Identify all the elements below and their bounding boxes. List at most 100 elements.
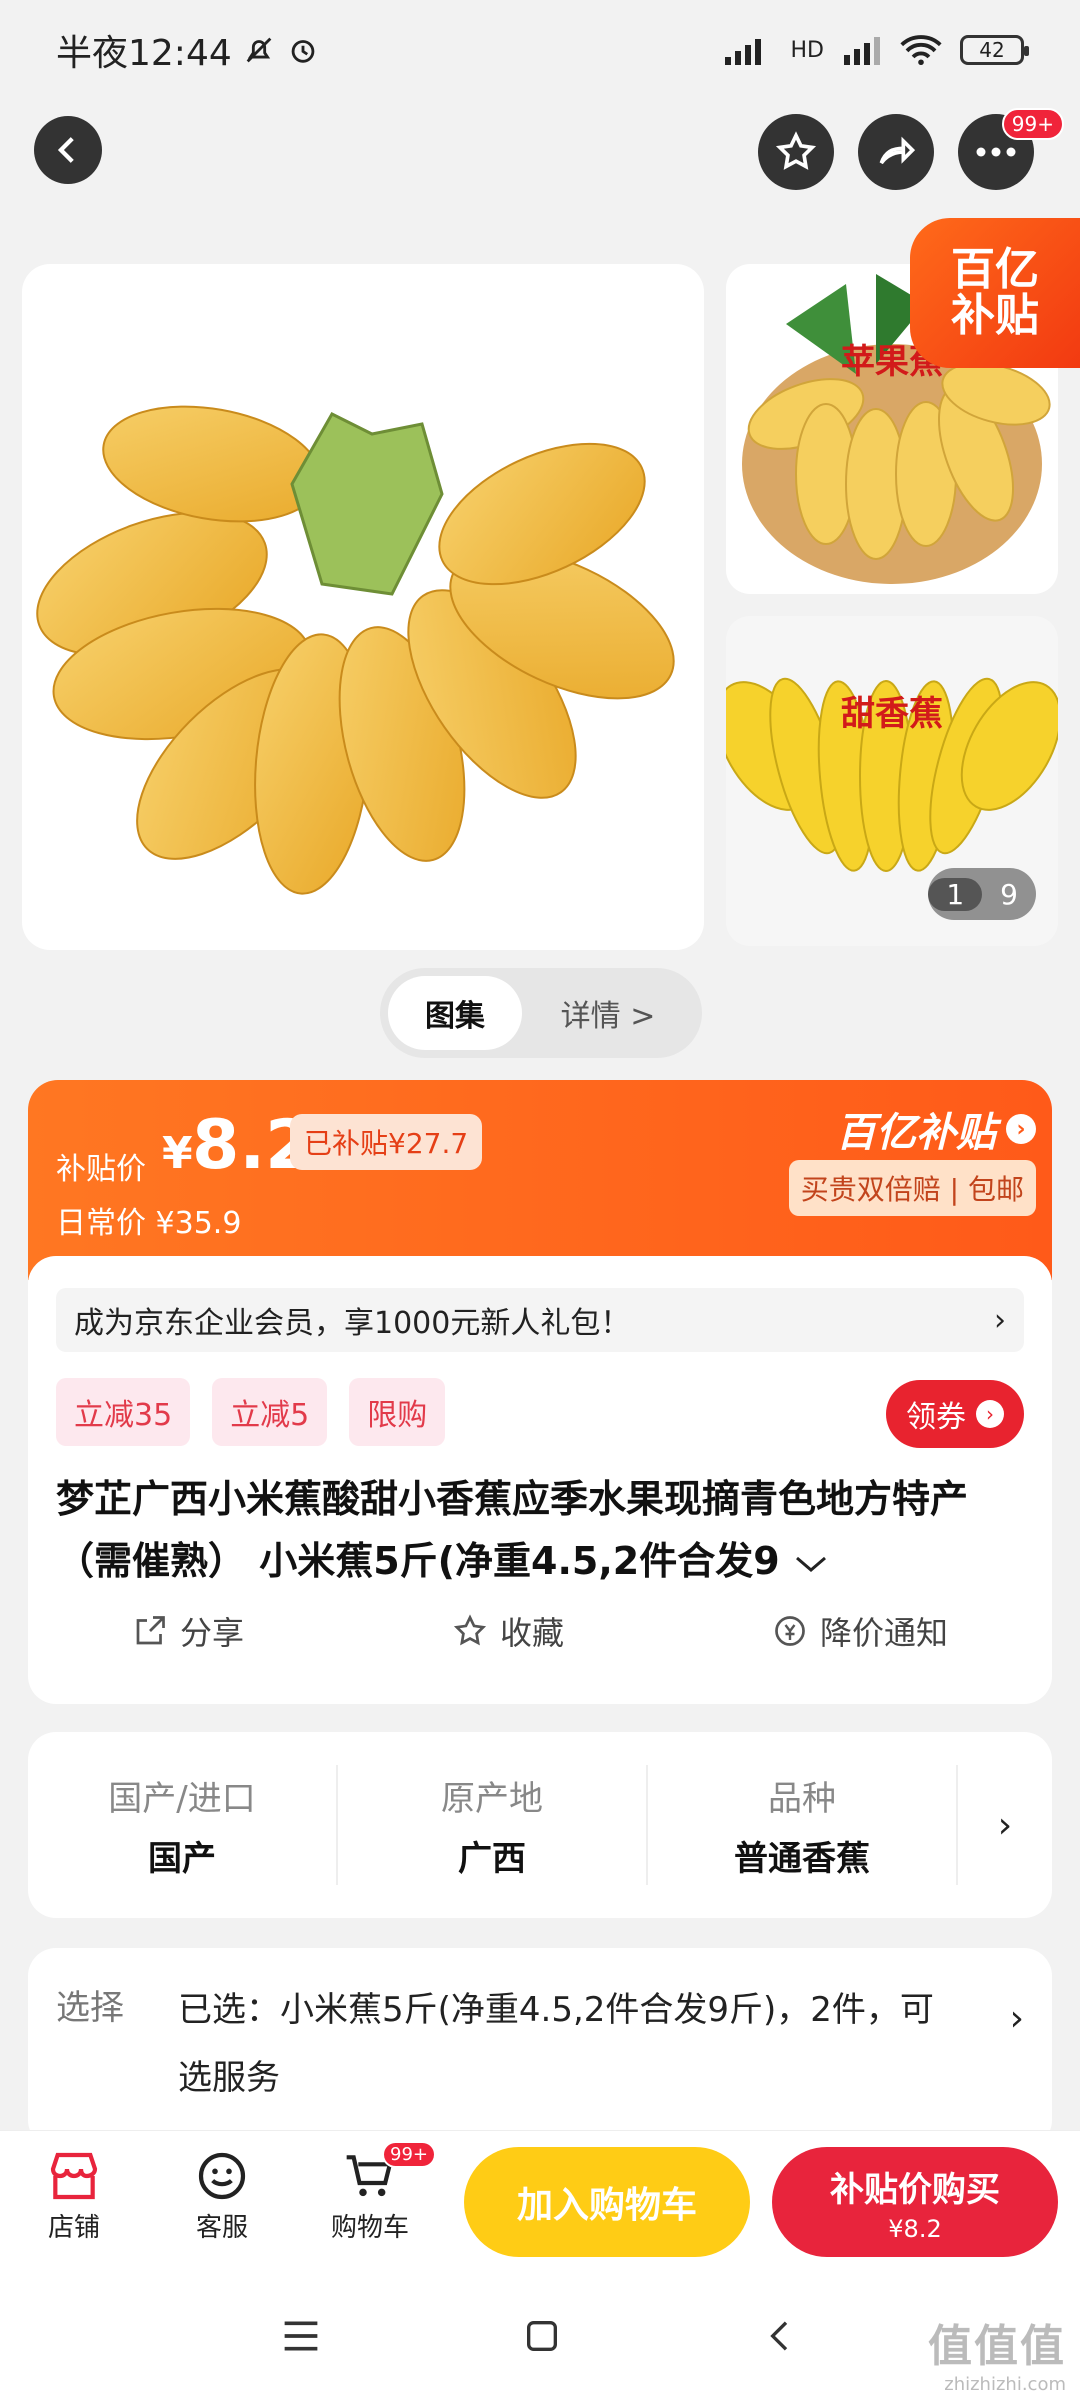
discount-chip: 立减5 xyxy=(212,1378,328,1446)
product-actions: 分享 收藏 降价通知 xyxy=(28,1608,1052,1654)
watermark-logo: 值值值 xyxy=(928,2321,1066,2372)
more-dots-icon xyxy=(976,147,1016,157)
buy-price: ¥8.2 xyxy=(888,2214,942,2243)
signal2-icon xyxy=(844,37,880,65)
spec-value: 国产 xyxy=(148,1838,216,1879)
menu-icon[interactable] xyxy=(279,2316,323,2356)
star-icon xyxy=(775,131,817,170)
status-left: 半夜12:44 xyxy=(56,24,320,76)
spec-key: 原产地 xyxy=(441,1778,543,1819)
share-action[interactable]: 分享 xyxy=(132,1608,244,1654)
status-time: 半夜12:44 xyxy=(56,33,232,74)
price-promise: 买贵双倍赔 | 包邮 xyxy=(788,1160,1036,1216)
selection-card[interactable]: 选择 已选：小米蕉5斤(净重4.5,2件合发9斤)，2件，可选服务 › xyxy=(28,1948,1052,2148)
counter-current: 1 xyxy=(928,877,983,911)
watermark-url: zhizhizhi.com xyxy=(944,2374,1066,2395)
status-bar: 半夜12:44 HD 42 xyxy=(0,0,1080,100)
price-alert-action[interactable]: 降价通知 xyxy=(772,1608,948,1654)
tab-detail[interactable]: 详情 > xyxy=(522,976,694,1050)
back-button[interactable] xyxy=(34,116,102,184)
coupon-label: 领券 xyxy=(906,1400,966,1435)
more-button[interactable]: 99+ xyxy=(958,108,1064,190)
price-currency: ¥ xyxy=(162,1128,193,1179)
share-label: 分享 xyxy=(179,1614,244,1652)
thumb2-label: 甜香蕉 xyxy=(841,694,943,734)
get-coupon-button[interactable]: 领券 › xyxy=(886,1380,1024,1448)
wifi-icon xyxy=(900,35,942,66)
cart-button[interactable]: 99+ 购物车 xyxy=(310,2141,436,2244)
customer-service-button[interactable]: 客服 xyxy=(162,2145,282,2244)
price-drop-icon xyxy=(775,1616,805,1646)
spec-key: 国产/进口 xyxy=(108,1778,256,1819)
status-right: HD 42 xyxy=(723,34,1029,66)
discount-chip: 立减35 xyxy=(56,1378,191,1446)
favorite-button[interactable] xyxy=(758,114,834,190)
spec-value: 普通香蕉 xyxy=(734,1838,870,1879)
subsidy-brand-text: 百亿补贴 xyxy=(836,1110,996,1156)
share-icon xyxy=(879,136,916,165)
spec-card[interactable]: 国产/进口 国产 原产地 广西 品种 普通香蕉 › xyxy=(28,1732,1052,1918)
discount-chips: 立减35 立减5 限购 xyxy=(56,1378,446,1446)
shop-button[interactable]: 店铺 xyxy=(14,2145,134,2244)
mute-bell-icon xyxy=(246,37,272,63)
buy-now-button[interactable]: 补贴价购买 ¥8.2 xyxy=(772,2147,1058,2257)
selection-label: 选择 xyxy=(56,1988,124,2028)
chevron-right-icon[interactable]: › xyxy=(1010,1998,1024,2039)
share-button[interactable] xyxy=(858,114,934,190)
enterprise-promo[interactable]: 成为京东企业会员，享1000元新人礼包！ › xyxy=(56,1288,1024,1352)
cart-badge: 99+ xyxy=(382,2141,436,2168)
back-chevron-icon[interactable] xyxy=(761,2316,801,2356)
chevron-right-icon: › xyxy=(976,1400,1004,1428)
more-badge: 99+ xyxy=(1001,108,1064,140)
spec-variety: 品种 普通香蕉 xyxy=(648,1765,958,1885)
product-info-card: 成为京东企业会员，享1000元新人礼包！ › 立减35 立减5 限购 领券 › … xyxy=(28,1256,1052,1704)
subsidized-amount: 已补贴¥27.7 xyxy=(290,1114,483,1170)
promo-arrow-icon: › xyxy=(994,1302,1006,1338)
gallery-counter: 1 9 xyxy=(928,868,1036,920)
tab-gallery[interactable]: 图集 xyxy=(388,976,522,1050)
service-label: 客服 xyxy=(195,2213,248,2243)
alarm-icon xyxy=(291,40,315,63)
buy-label: 补贴价购买 xyxy=(830,2169,1000,2210)
cart-label: 购物车 xyxy=(330,2213,409,2243)
limit-chip: 限购 xyxy=(349,1378,446,1446)
shop-icon xyxy=(50,2152,98,2200)
watermark: 值值值 zhizhizhi.com xyxy=(928,2310,1066,2395)
system-nav-bar xyxy=(0,2272,1080,2400)
battery-indicator: 42 xyxy=(960,35,1029,65)
spec-origin-type: 国产/进口 国产 xyxy=(28,1765,338,1885)
favorite-action[interactable]: 收藏 xyxy=(452,1608,564,1654)
product-title[interactable]: 梦芷广西小米蕉酸甜小香蕉应季水果现摘青色地方特产（需催熟） 小米蕉5斤(净重4.… xyxy=(56,1468,1024,1592)
spec-key: 品种 xyxy=(768,1778,836,1819)
chevron-right-icon: › xyxy=(1006,1114,1036,1144)
smiley-chat-icon xyxy=(198,2152,246,2200)
price-alert-label: 降价通知 xyxy=(819,1614,948,1652)
daily-price: 日常价 ¥35.9 xyxy=(56,1206,242,1241)
gallery-detail-switch[interactable]: 图集 详情 > xyxy=(380,968,702,1058)
add-to-cart-button[interactable]: 加入购物车 xyxy=(464,2147,750,2257)
promo-text: 成为京东企业会员，享1000元新人礼包！ xyxy=(74,1306,631,1341)
spec-value: 广西 xyxy=(458,1838,526,1879)
main-product-image[interactable] xyxy=(22,264,704,950)
subsidy-corner-line2: 补贴 xyxy=(951,290,1039,341)
selection-value: 已选：小米蕉5斤(净重4.5,2件合发9斤)，2件，可选服务 xyxy=(178,1990,934,2098)
spec-origin: 原产地 广西 xyxy=(338,1765,648,1885)
shop-label: 店铺 xyxy=(47,2213,100,2243)
network-type: HD xyxy=(790,37,824,63)
subsidy-price-label: 补贴价 xyxy=(56,1152,146,1187)
expand-chevron-icon[interactable] xyxy=(793,1554,829,1574)
signal-icon xyxy=(724,39,761,65)
banana-bunch-image xyxy=(36,405,675,895)
chevron-right-icon[interactable]: › xyxy=(958,1805,1052,1846)
chevron-left-icon xyxy=(57,137,74,163)
favorite-label: 收藏 xyxy=(499,1614,564,1652)
counter-total: 9 xyxy=(1000,877,1018,911)
share-icon xyxy=(136,1616,165,1645)
subsidy-corner-badge: 百亿 补贴 xyxy=(910,218,1080,368)
bottom-action-bar: 店铺 客服 99+ 购物车 加入购物车 补贴价购买 ¥8.2 xyxy=(0,2130,1080,2272)
subsidy-brand-link[interactable]: 百亿补贴 › xyxy=(836,1100,1036,1158)
product-title-text: 梦芷广西小米蕉酸甜小香蕉应季水果现摘青色地方特产（需催熟） 小米蕉5斤(净重4.… xyxy=(56,1477,969,1583)
star-icon xyxy=(453,1614,487,1646)
price-banner[interactable]: 补贴价 ¥ 8.2 已补贴¥27.7 日常价 ¥35.9 百亿补贴 › 买贵双倍… xyxy=(28,1080,1052,1280)
home-square-icon[interactable] xyxy=(522,2316,562,2356)
